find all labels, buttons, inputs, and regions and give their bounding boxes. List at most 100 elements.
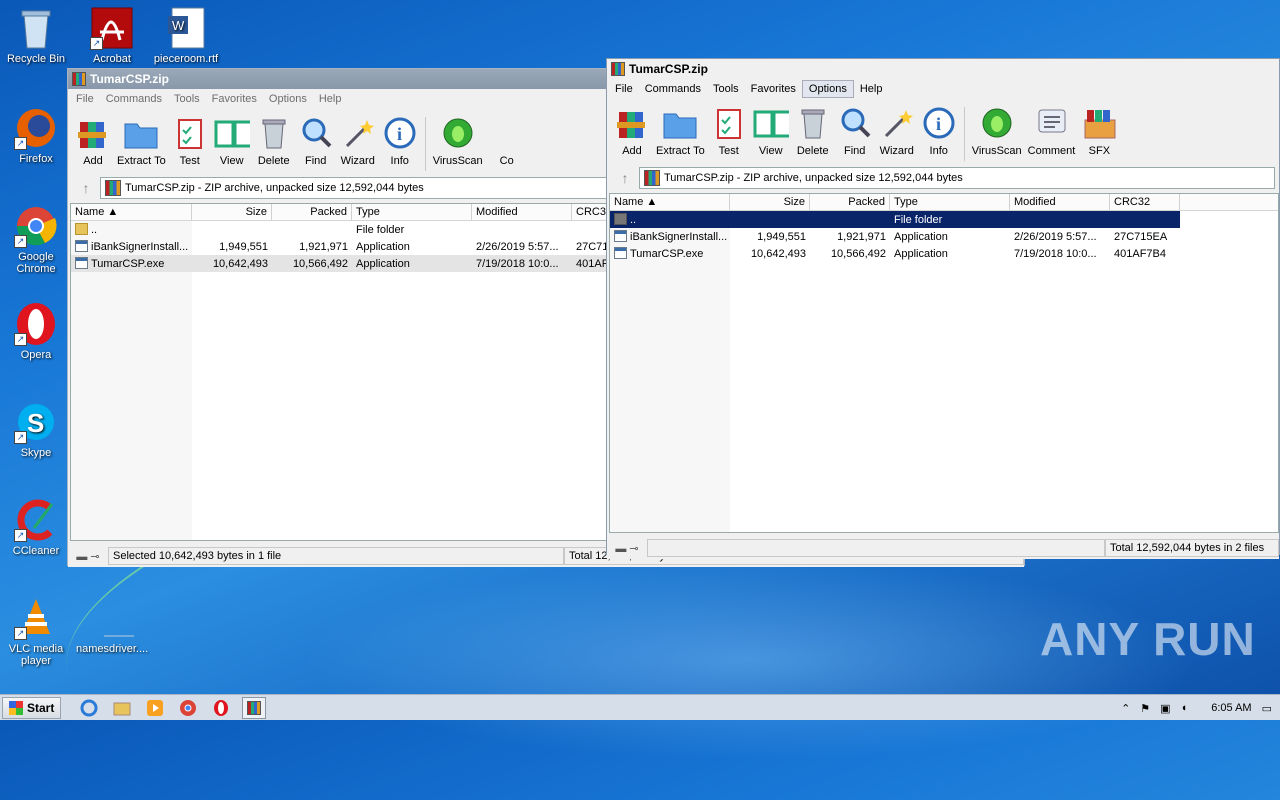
comment-button[interactable]: Comment [1025, 103, 1079, 159]
desktop-icon-label: Opera [20, 349, 52, 361]
test-button[interactable]: Test [708, 103, 750, 159]
menu-tools[interactable]: Tools [707, 81, 745, 97]
delete-button[interactable]: Delete [792, 103, 834, 159]
table-row[interactable]: iBankSignerInstall... 1,949,551 1,921,97… [610, 228, 1278, 245]
desktop-icon-vlc[interactable]: ↗ VLC media player [0, 596, 72, 667]
desktop-icon-acrobat[interactable]: ↗ Acrobat [76, 6, 148, 65]
right-file-list[interactable]: Name ▲ Size Packed Type Modified CRC32 .… [609, 193, 1279, 533]
desktop-icon-chrome[interactable]: ↗ Google Chrome [0, 204, 72, 275]
menu-commands[interactable]: Commands [639, 81, 707, 97]
column-name[interactable]: Name ▲ [610, 194, 730, 210]
system-tray: ⌃ ⚑ ▣ ◖ 6:05 AM ▭ [1121, 695, 1280, 721]
row-name: TumarCSP.exe [91, 258, 165, 270]
column-type[interactable]: Type [890, 194, 1010, 210]
desktop-icon-opera[interactable]: ↗ Opera [0, 302, 72, 361]
bug-icon [440, 115, 476, 151]
row-type: Application [894, 247, 948, 260]
menu-options[interactable]: Options [263, 91, 313, 107]
view-button[interactable]: View [750, 103, 792, 159]
desktop-icon-firefox[interactable]: ↗ Firefox [0, 106, 72, 165]
info-icon: i [921, 105, 957, 141]
desktop-icon-pieceroom[interactable]: W pieceroom.rtf [150, 6, 222, 65]
column-packed[interactable]: Packed [810, 194, 890, 210]
view-button[interactable]: View [211, 113, 253, 169]
add-button[interactable]: Add [72, 113, 114, 169]
menu-file[interactable]: File [609, 81, 639, 97]
test-button[interactable]: Test [169, 113, 211, 169]
toolbar-label: Info [929, 145, 948, 157]
menu-tools[interactable]: Tools [168, 91, 206, 107]
tray-network-icon[interactable]: ▣ [1160, 702, 1170, 715]
menu-help[interactable]: Help [854, 81, 889, 97]
extract-to-button[interactable]: Extract To [653, 103, 708, 159]
taskbar-opera-icon[interactable] [209, 697, 233, 719]
virusscan-button[interactable]: VirusScan [969, 103, 1025, 159]
tray-volume-icon[interactable]: ◖ [1181, 702, 1188, 714]
menu-favorites[interactable]: Favorites [206, 91, 263, 107]
extract-to-button[interactable]: Extract To [114, 113, 169, 169]
toolbar-label: SFX [1088, 145, 1111, 157]
up-arrow-icon[interactable]: ↑ [72, 178, 100, 198]
column-name[interactable]: Name ▲ [71, 204, 192, 220]
taskbar-explorer-icon[interactable] [110, 697, 134, 719]
right-winrar-window[interactable]: TumarCSP.zip File Commands Tools Favorit… [606, 58, 1280, 559]
row-crc: 27C715EA [1114, 230, 1168, 243]
desktop-icon-ccleaner[interactable]: ↗ CCleaner [0, 498, 72, 557]
menu-file[interactable]: File [70, 91, 100, 107]
start-button[interactable]: Start [2, 696, 62, 719]
tray-chevron-up-icon[interactable]: ⌃ [1121, 702, 1130, 715]
tray-flag-icon[interactable]: ⚑ [1140, 702, 1150, 715]
toolbar-label: Co [499, 155, 514, 167]
wizard-button[interactable]: Wizard [876, 103, 918, 159]
desktop-icon-label: VLC media player [8, 643, 64, 667]
taskbar-ie-icon[interactable] [77, 697, 101, 719]
skype-icon: S ↗ [14, 400, 58, 444]
taskbar-media-player-icon[interactable] [143, 697, 167, 719]
book-icon [214, 115, 250, 151]
address-field[interactable]: TumarCSP.zip - ZIP archive, unpacked siz… [639, 167, 1275, 189]
clipboard-check-icon [172, 115, 208, 151]
svg-text:W: W [172, 18, 185, 33]
menu-help[interactable]: Help [313, 91, 348, 107]
desktop-icon-skype[interactable]: S ↗ Skype [0, 400, 72, 459]
clock[interactable]: 6:05 AM [1211, 702, 1251, 714]
up-arrow-icon[interactable]: ↑ [611, 168, 639, 188]
sfx-button[interactable]: SFX [1078, 103, 1120, 159]
column-size[interactable]: Size [730, 194, 810, 210]
column-packed[interactable]: Packed [272, 204, 352, 220]
desktop-icon-recycle-bin[interactable]: Recycle Bin [0, 6, 72, 65]
folder-icon [123, 115, 159, 151]
column-crc[interactable]: CRC32 [1110, 194, 1180, 210]
row-type: Application [894, 230, 948, 243]
toolbar-label: Find [305, 155, 327, 167]
add-button[interactable]: Add [611, 103, 653, 159]
delete-button[interactable]: Delete [253, 113, 295, 169]
column-type[interactable]: Type [352, 204, 472, 220]
menu-options[interactable]: Options [801, 80, 854, 98]
column-size[interactable]: Size [192, 204, 272, 220]
drive-icon: ▬ ⊸ [76, 550, 100, 563]
table-row[interactable]: .. File folder [610, 211, 1180, 228]
show-desktop-icon[interactable]: ▭ [1262, 702, 1272, 715]
toolbar-label: View [758, 145, 783, 157]
info-button[interactable]: i Info [918, 103, 960, 159]
comment-button[interactable]: Co [486, 113, 528, 169]
column-modified[interactable]: Modified [1010, 194, 1110, 210]
find-button[interactable]: Find [834, 103, 876, 159]
virusscan-button[interactable]: VirusScan [430, 113, 486, 169]
taskbar-winrar-icon[interactable] [242, 696, 267, 719]
table-row[interactable]: TumarCSP.exe 10,642,493 10,566,492 Appli… [610, 245, 1278, 262]
right-window-titlebar[interactable]: TumarCSP.zip [607, 59, 1279, 79]
wizard-button[interactable]: Wizard [337, 113, 379, 169]
menu-commands[interactable]: Commands [100, 91, 168, 107]
row-modified: 2/26/2019 5:57... [1014, 230, 1097, 243]
taskbar-chrome-icon[interactable] [176, 697, 200, 719]
column-modified[interactable]: Modified [472, 204, 572, 220]
right-menubar: File Commands Tools Favorites Options He… [607, 79, 1279, 99]
menu-favorites[interactable]: Favorites [745, 81, 802, 97]
row-type: Application [356, 240, 410, 253]
desktop-icon-namesdriver[interactable]: namesdriver.... [76, 596, 148, 655]
info-button[interactable]: i Info [379, 113, 421, 169]
find-button[interactable]: Find [295, 113, 337, 169]
application-icon [614, 247, 627, 259]
